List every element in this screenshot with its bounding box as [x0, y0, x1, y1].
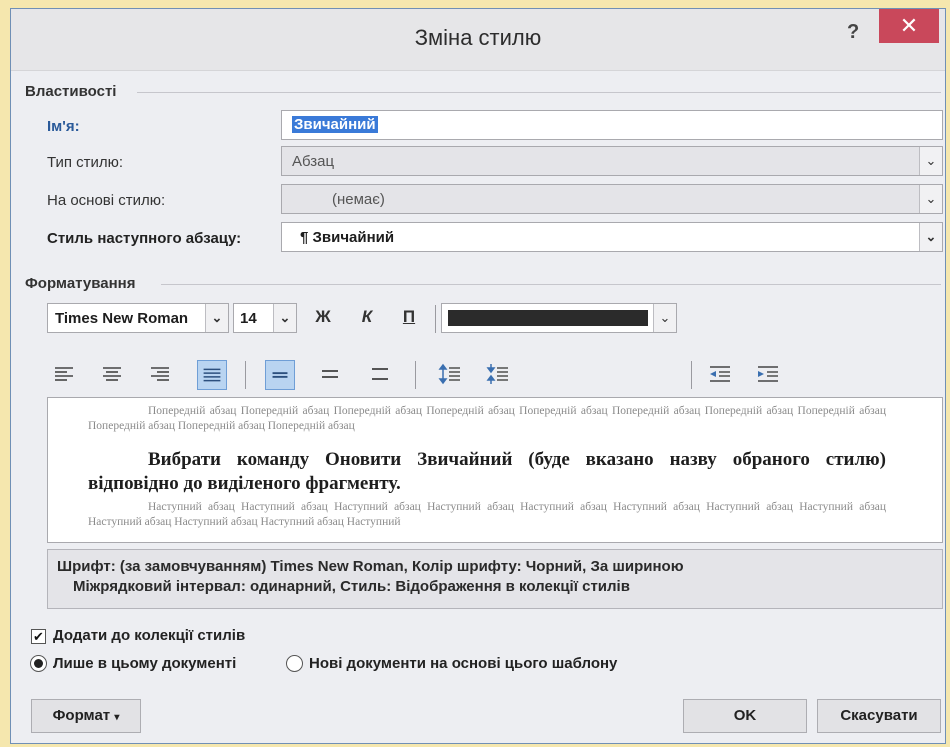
- double-spacing-icon[interactable]: [367, 361, 393, 387]
- one-and-half-spacing-icon[interactable]: [317, 361, 343, 387]
- dialog-title: Зміна стилю: [414, 25, 542, 50]
- add-to-gallery-checkbox[interactable]: ✔: [31, 629, 46, 644]
- based-on-label: На основі стилю:: [47, 192, 166, 209]
- chevron-down-icon: ⌄: [919, 185, 942, 213]
- font-name-value: Times New Roman: [55, 310, 189, 327]
- name-label: Ім'я:: [47, 118, 80, 135]
- italic-button[interactable]: К: [355, 307, 379, 327]
- align-right-icon[interactable]: [147, 361, 173, 387]
- based-on-value: (немає): [332, 191, 385, 208]
- style-type-select[interactable]: Абзац ⌄: [281, 146, 943, 176]
- decrease-indent-icon[interactable]: [707, 361, 733, 387]
- caret-down-icon: ▾: [114, 712, 120, 723]
- properties-divider: [137, 92, 941, 93]
- name-value: Звичайний: [292, 116, 378, 133]
- new-documents-label: Нові документи на основі цього шаблону: [309, 655, 618, 672]
- format-button[interactable]: Формат ▾: [31, 699, 141, 733]
- add-to-gallery-label: Додати до колекції стилів: [53, 627, 246, 644]
- toolbar-separator: [415, 361, 416, 389]
- close-button[interactable]: ✕: [879, 9, 939, 43]
- font-color-select[interactable]: ⌄: [441, 303, 677, 333]
- chevron-down-icon: ⌄: [919, 147, 942, 175]
- modify-style-dialog: Зміна стилю ? ✕ Властивості Ім'я: Звичай…: [10, 8, 946, 744]
- underline-button[interactable]: П: [397, 307, 421, 327]
- chevron-down-icon: ⌄: [205, 304, 228, 332]
- description-line-1: Шрифт: (за замовчуванням) Times New Roma…: [57, 558, 684, 575]
- style-type-label: Тип стилю:: [47, 154, 124, 171]
- toolbar-separator: [691, 361, 692, 389]
- bold-button[interactable]: Ж: [311, 307, 335, 327]
- single-spacing-icon[interactable]: [265, 360, 295, 390]
- align-justify-icon[interactable]: [197, 360, 227, 390]
- preview-sample-paragraph: Вибрати команду Оновити Звичайний (буде …: [88, 449, 886, 494]
- based-on-select[interactable]: (немає) ⌄: [281, 184, 943, 214]
- font-name-select[interactable]: Times New Roman ⌄: [47, 303, 229, 333]
- toolbar-separator: [245, 361, 246, 389]
- next-style-select[interactable]: ¶ Звичайний ⌄: [281, 222, 943, 252]
- decrease-spacing-before-icon[interactable]: [485, 361, 511, 387]
- style-preview: Попередній абзац Попередній абзац Попере…: [47, 397, 943, 543]
- next-style-value: ¶ Звичайний: [300, 229, 395, 246]
- next-style-label: Стиль наступного абзацу:: [47, 230, 242, 247]
- chevron-down-icon: ⌄: [919, 223, 942, 251]
- description-line-2: Міжрядковий інтервал: одинарний, Стиль: …: [73, 578, 630, 595]
- preview-next-paragraph: Наступний абзац Наступний абзац Наступни…: [88, 501, 886, 528]
- increase-indent-icon[interactable]: [755, 361, 781, 387]
- help-button[interactable]: ?: [847, 21, 859, 44]
- new-documents-radio[interactable]: [286, 655, 303, 672]
- toolbar-separator: [435, 305, 436, 333]
- only-this-document-label: Лише в цьому документі: [53, 655, 237, 672]
- chevron-down-icon: ⌄: [273, 304, 296, 332]
- font-size-select[interactable]: 14 ⌄: [233, 303, 297, 333]
- formatting-section-label: Форматування: [25, 275, 136, 292]
- style-type-value: Абзац: [292, 153, 335, 170]
- name-input[interactable]: Звичайний: [281, 110, 943, 140]
- only-this-document-radio[interactable]: [30, 655, 47, 672]
- ok-button[interactable]: OK: [683, 699, 807, 733]
- title-bar: Зміна стилю ? ✕: [11, 9, 945, 71]
- style-description: Шрифт: (за замовчуванням) Times New Roma…: [47, 549, 943, 609]
- cancel-button[interactable]: Скасувати: [817, 699, 941, 733]
- align-center-icon[interactable]: [99, 361, 125, 387]
- align-left-icon[interactable]: [51, 361, 77, 387]
- chevron-down-icon: ⌄: [653, 304, 676, 332]
- font-size-value: 14: [240, 310, 257, 327]
- font-color-swatch: [448, 310, 648, 326]
- formatting-divider: [161, 284, 941, 285]
- properties-section-label: Властивості: [25, 83, 117, 100]
- increase-spacing-before-icon[interactable]: [437, 361, 463, 387]
- format-button-label: Формат: [52, 707, 111, 724]
- preview-previous-paragraph: Попередній абзац Попередній абзац Попере…: [88, 405, 886, 432]
